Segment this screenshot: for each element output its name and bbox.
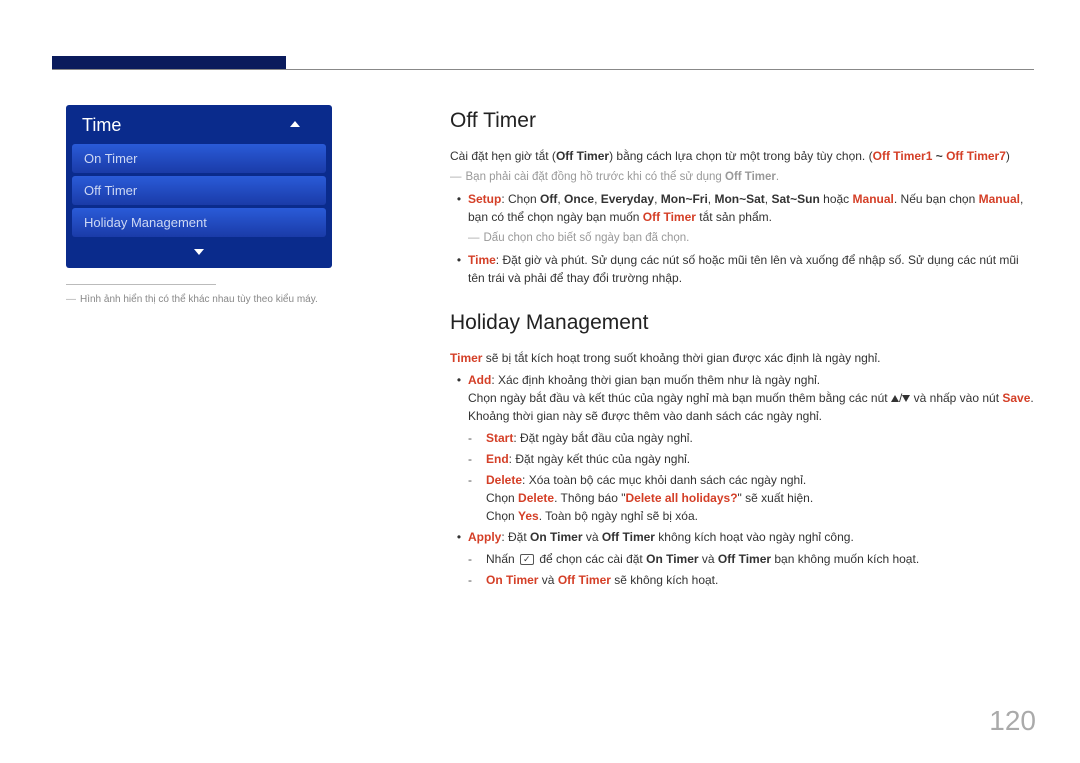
dash-icon: ―	[468, 230, 480, 247]
end-sub: - End: Đặt ngày kết thúc của ngày nghỉ.	[450, 450, 1036, 468]
off-timer-bullets: • Setup: Chọn Off, Once, Everyday, Mon~F…	[450, 190, 1036, 287]
dash-icon: -	[468, 550, 482, 568]
delete-sub: - Delete: Xóa toàn bộ các mục khỏi danh …	[450, 471, 1036, 525]
menu-item-on-timer[interactable]: On Timer	[72, 144, 326, 173]
sidebar-caption: ― Hình ảnh hiển thị có thể khác nhau tùy…	[66, 293, 332, 307]
apply-sub1: - Nhấn để chọn các cài đặt On Timer và O…	[450, 550, 1036, 568]
setup-subnote: ― Dấu chọn cho biết số ngày bạn đã chọn.	[450, 230, 1036, 247]
setup-bullet: • Setup: Chọn Off, Once, Everyday, Mon~F…	[450, 190, 1036, 226]
apply-bullet: • Apply: Đặt On Timer và Off Timer không…	[450, 528, 1036, 546]
bullet-dot-icon: •	[450, 371, 468, 425]
bullet-dot-icon: •	[450, 528, 468, 546]
start-sub: - Start: Đặt ngày bắt đầu của ngày nghỉ.	[450, 429, 1036, 447]
dash-icon: -	[468, 471, 482, 525]
page-number: 120	[989, 705, 1036, 737]
sidebar: Time On Timer Off Timer Holiday Manageme…	[66, 105, 332, 307]
holiday-management-heading: Holiday Management	[450, 307, 1036, 339]
header-accent-bar	[52, 56, 286, 70]
holiday-bullets: • Add: Xác định khoảng thời gian bạn muố…	[450, 371, 1036, 589]
sidebar-rule	[66, 284, 216, 285]
menu-item-off-timer[interactable]: Off Timer	[72, 176, 326, 205]
menu-title: Time	[66, 105, 332, 144]
bullet-dot-icon: •	[450, 190, 468, 226]
apply-sub2: - On Timer và Off Timer sẽ không kích ho…	[450, 571, 1036, 589]
dash-icon: ―	[450, 169, 462, 186]
main-content: Off Timer Cài đặt hẹn giờ tắt (Off Timer…	[450, 105, 1036, 593]
dash-icon: ―	[66, 293, 76, 307]
menu-title-text: Time	[82, 115, 121, 135]
dash-icon: -	[468, 450, 482, 468]
triangle-up-icon	[891, 395, 899, 402]
dash-icon: -	[468, 429, 482, 447]
time-bullet: • Time: Đặt giờ và phút. Sử dụng các nút…	[450, 251, 1036, 287]
header-rule	[52, 69, 1034, 70]
arrow-up-icon[interactable]	[290, 121, 300, 127]
menu-footer	[66, 240, 332, 266]
holiday-intro: Timer sẽ bị tắt kích hoạt trong suốt kho…	[450, 349, 1036, 367]
add-bullet: • Add: Xác định khoảng thời gian bạn muố…	[450, 371, 1036, 425]
off-timer-heading: Off Timer	[450, 105, 1036, 137]
dash-icon: -	[468, 571, 482, 589]
clock-note: ― Bạn phải cài đặt đồng hồ trước khi có …	[450, 169, 1036, 186]
menu-item-holiday-management[interactable]: Holiday Management	[72, 208, 326, 237]
sidebar-caption-text: Hình ảnh hiển thị có thể khác nhau tùy t…	[80, 293, 318, 307]
bullet-dot-icon: •	[450, 251, 468, 287]
time-menu-panel: Time On Timer Off Timer Holiday Manageme…	[66, 105, 332, 268]
off-timer-intro: Cài đặt hẹn giờ tắt (Off Timer) bằng các…	[450, 147, 1036, 165]
arrow-down-icon[interactable]	[194, 249, 204, 255]
enter-button-icon	[520, 554, 534, 565]
